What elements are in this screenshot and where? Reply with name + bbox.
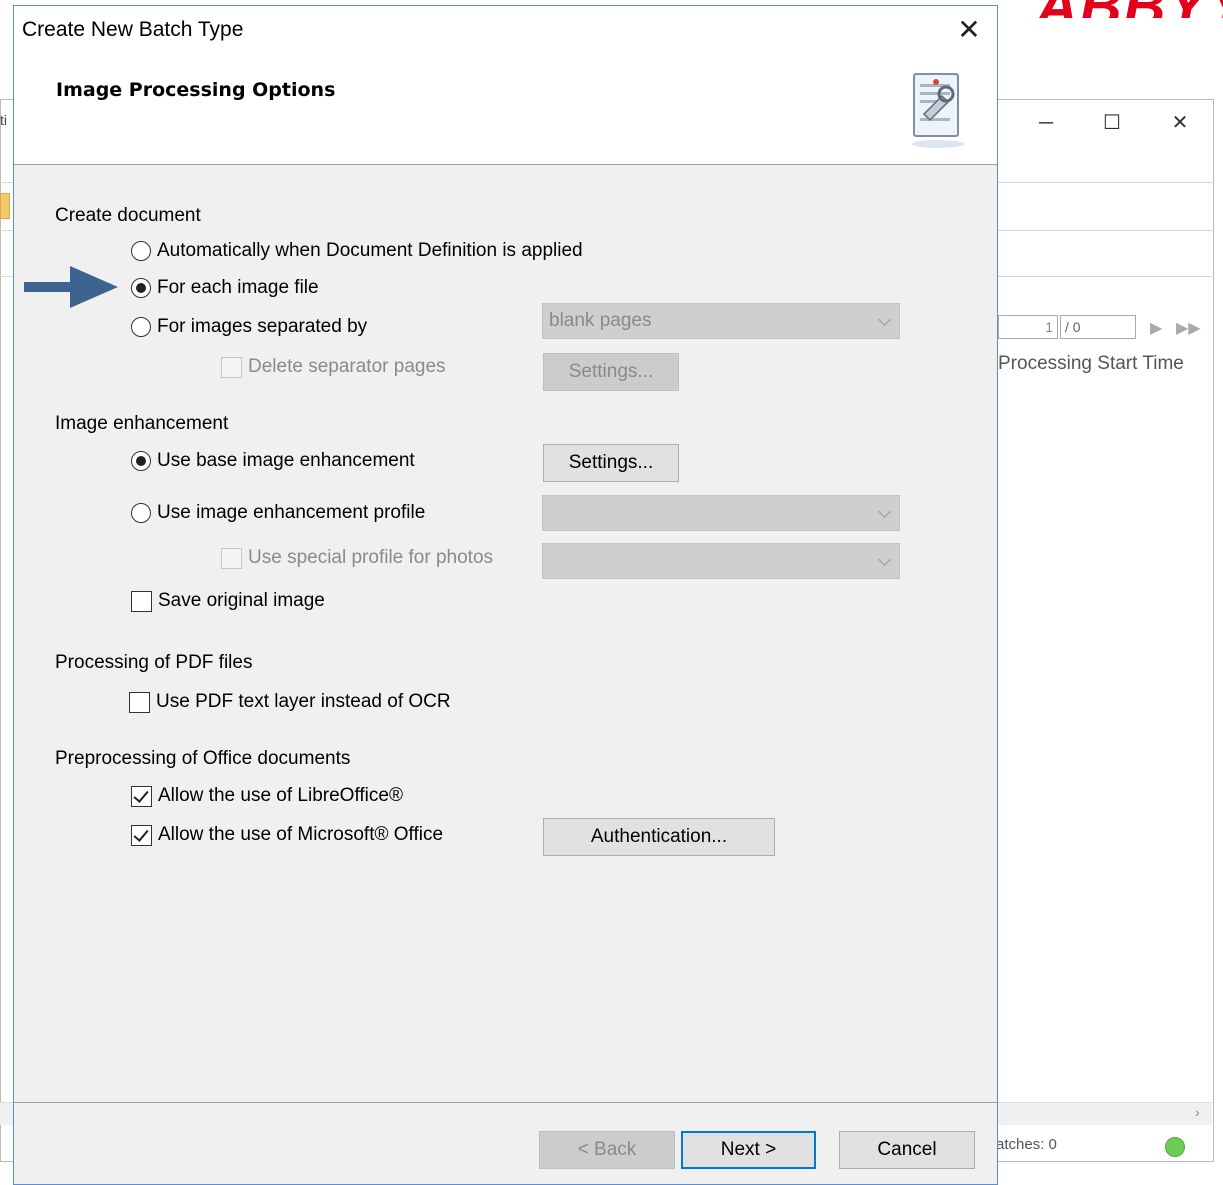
radio-button[interactable] (131, 503, 151, 523)
connection-status-icon (1165, 1137, 1185, 1157)
radio-create-each-image[interactable]: For each image file (131, 277, 319, 299)
pdf-processing-label: Processing of PDF files (55, 652, 253, 673)
checkbox[interactable] (221, 547, 242, 569)
last-page-icon[interactable]: ▶▶ (1176, 318, 1201, 338)
checkbox-allow-libreoffice[interactable]: Allow the use of LibreOffice® (131, 785, 403, 807)
checkbox[interactable] (131, 590, 152, 612)
cancel-button[interactable]: Cancel (839, 1131, 975, 1169)
radio-enhancement-profile[interactable]: Use image enhancement profile (131, 502, 425, 524)
current-page-field[interactable]: 1 (998, 315, 1058, 339)
radio-label: For images separated by (157, 316, 368, 337)
background-clipped-text: ti (0, 112, 7, 128)
enhancement-settings-button[interactable]: Settings... (543, 444, 679, 482)
close-icon[interactable]: ✕ (1160, 109, 1200, 137)
back-button[interactable]: < Back (539, 1131, 675, 1169)
checkbox-allow-ms-office[interactable]: Allow the use of Microsoft® Office (131, 824, 443, 846)
scroll-right-icon[interactable]: › (1195, 1104, 1200, 1120)
dialog-titlebar[interactable]: Create New Batch Type ✕ (14, 6, 997, 54)
radio-create-automatically[interactable]: Automatically when Document Definition i… (131, 240, 583, 262)
checkbox-delete-separator[interactable]: Delete separator pages (221, 356, 446, 378)
image-enhancement-label: Image enhancement (55, 413, 229, 434)
checkbox-label: Allow the use of Microsoft® Office (158, 824, 444, 845)
radio-base-enhancement[interactable]: Use base image enhancement (131, 450, 415, 472)
checkbox-save-original[interactable]: Save original image (131, 590, 325, 612)
create-document-label: Create document (55, 205, 201, 226)
maximize-icon[interactable]: ☐ (1092, 109, 1132, 137)
radio-label: Use base image enhancement (157, 450, 415, 471)
abbyy-logo: ABBYY (1036, 0, 1223, 18)
radio-button[interactable] (131, 241, 151, 261)
checkbox-label: Allow the use of LibreOffice® (158, 785, 403, 806)
checkbox-label: Use special profile for photos (248, 547, 494, 568)
checkbox-label: Use PDF text layer instead of OCR (156, 691, 451, 712)
total-pages-label: / 0 (1060, 315, 1136, 339)
next-page-icon[interactable]: ▶ (1150, 318, 1162, 338)
checkbox-use-pdf-text-layer[interactable]: Use PDF text layer instead of OCR (129, 691, 451, 713)
authentication-button[interactable]: Authentication... (543, 818, 775, 856)
radio-label: Use image enhancement profile (157, 502, 426, 523)
page-title: Image Processing Options (56, 79, 336, 101)
checkbox[interactable] (131, 824, 152, 846)
radio-button[interactable] (131, 317, 151, 337)
page-navigator: 1 / 0 (998, 315, 1138, 341)
next-button[interactable]: Next > (681, 1131, 816, 1169)
chevron-down-icon (878, 553, 891, 566)
folder-icon[interactable] (0, 193, 10, 219)
radio-button[interactable] (131, 451, 151, 471)
separator-settings-button[interactable]: Settings... (543, 353, 679, 391)
checkbox[interactable] (129, 691, 150, 713)
separator-type-value: blank pages (549, 310, 652, 331)
status-batches-count: atches: 0 (996, 1136, 1057, 1153)
checkbox-label: Delete separator pages (248, 356, 446, 377)
radio-button[interactable] (131, 278, 151, 298)
chevron-down-icon (878, 505, 891, 518)
radio-label: Automatically when Document Definition i… (157, 240, 583, 261)
dialog-close-button[interactable]: ✕ (949, 12, 989, 48)
checkbox-special-profile-photos[interactable]: Use special profile for photos (221, 547, 493, 569)
create-new-batch-type-dialog: Create New Batch Type ✕ Image Processing… (13, 5, 998, 1185)
document-settings-icon (912, 73, 964, 148)
enhancement-profile-select[interactable] (542, 495, 900, 531)
footer-divider (14, 1102, 997, 1103)
checkbox-label: Save original image (158, 590, 325, 611)
office-preprocessing-label: Preprocessing of Office documents (55, 748, 351, 769)
dialog-title: Create New Batch Type (22, 18, 244, 41)
checkbox[interactable] (221, 356, 242, 378)
chevron-down-icon (878, 313, 891, 326)
checkbox[interactable] (131, 785, 152, 807)
minimize-icon[interactable]: ─ (1026, 109, 1066, 137)
photo-profile-select[interactable] (542, 543, 900, 579)
radio-create-separated[interactable]: For images separated by (131, 316, 367, 338)
column-header-processing-start-time[interactable]: Processing Start Time (998, 353, 1184, 375)
annotation-arrow-icon (24, 266, 118, 308)
wizard-header: Image Processing Options (14, 54, 997, 165)
separator-type-select[interactable]: blank pages (542, 303, 900, 339)
radio-label: For each image file (157, 277, 319, 298)
